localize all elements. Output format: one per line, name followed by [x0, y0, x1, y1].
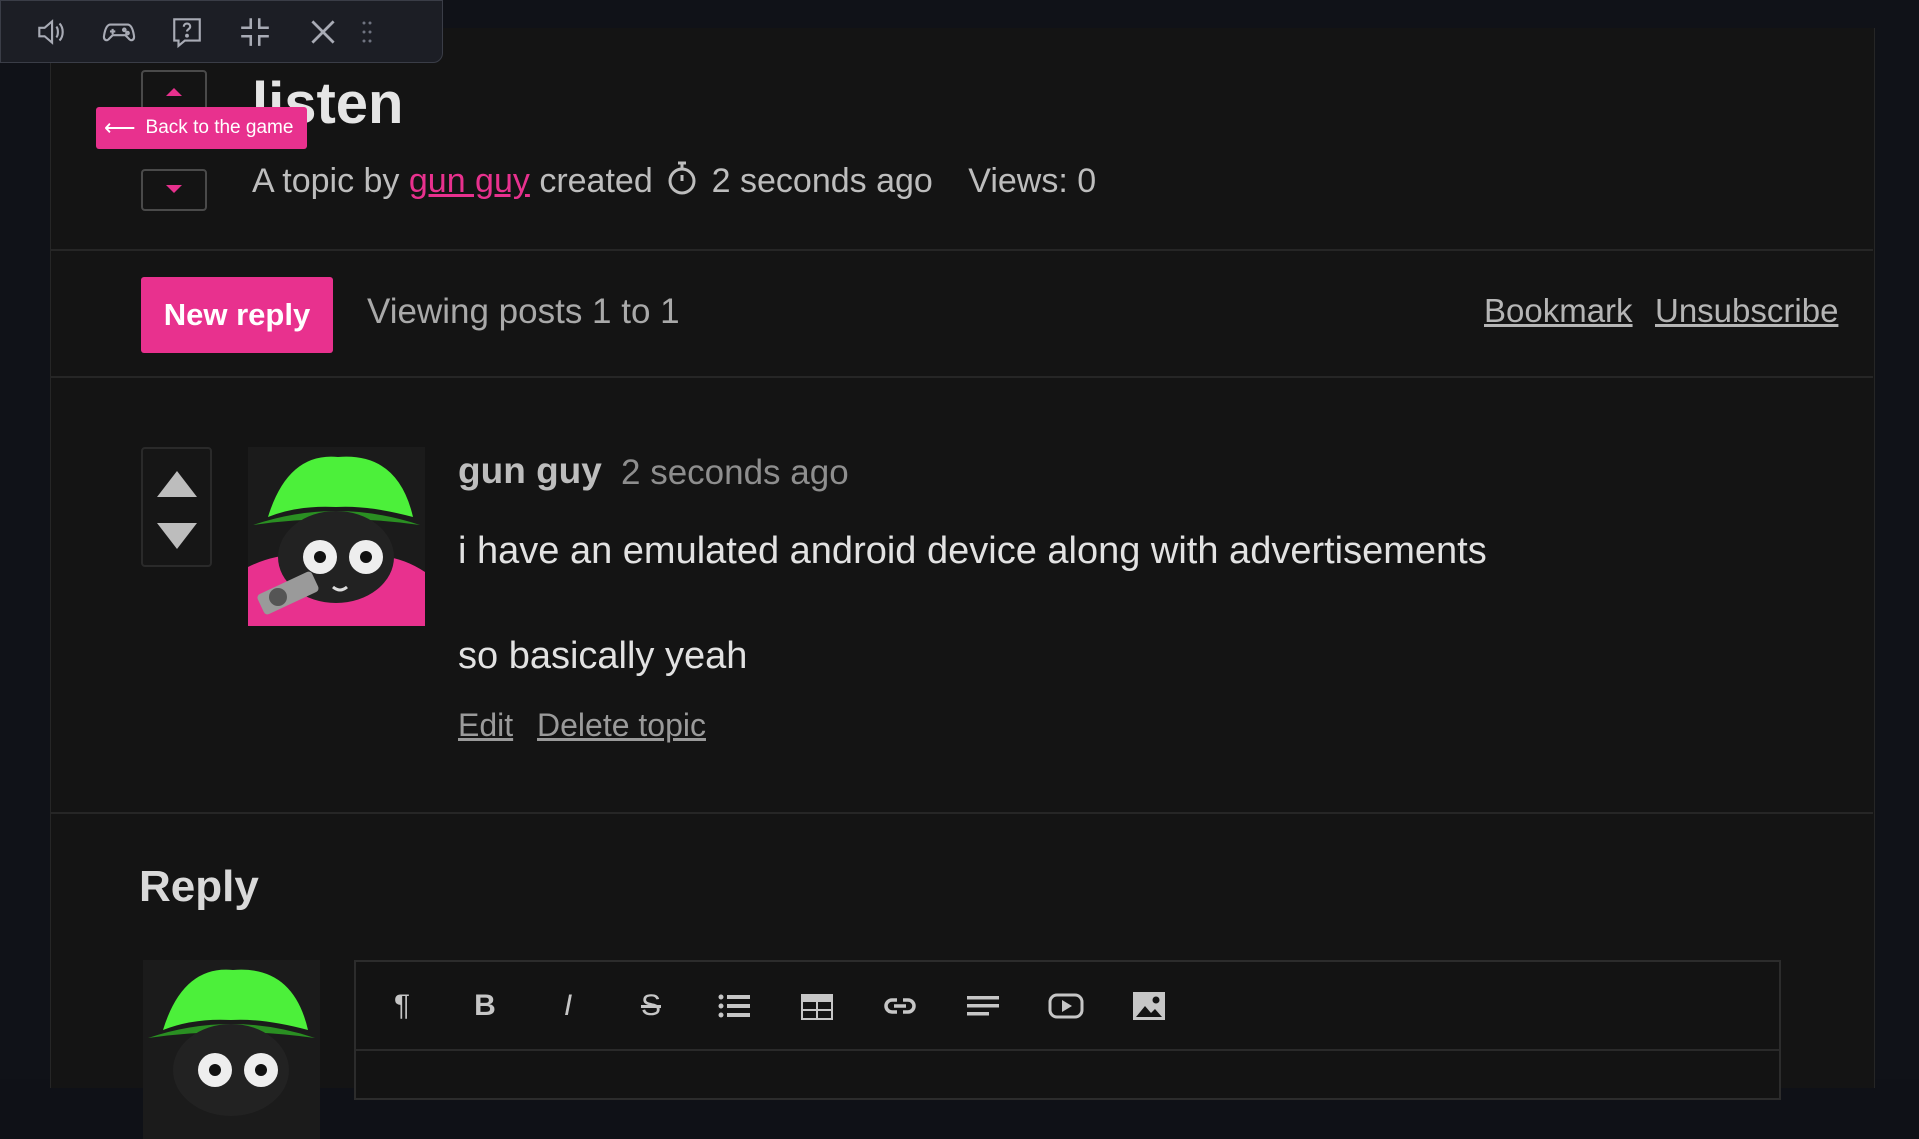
- volume-button[interactable]: [17, 0, 85, 63]
- post-vote-box: [141, 447, 212, 567]
- viewing-posts-label: Viewing posts 1 to 1: [367, 292, 680, 331]
- video-embed-button[interactable]: [1042, 982, 1090, 1030]
- divider: [50, 249, 1873, 251]
- strikethrough-icon: S: [640, 989, 661, 1022]
- editor-toolbar: ¶ B I S: [356, 962, 1779, 1051]
- meta-prefix: A topic by: [252, 162, 400, 200]
- stopwatch-icon: [668, 161, 696, 195]
- post-author[interactable]: gun guy: [458, 450, 602, 492]
- italic-icon: I: [563, 989, 573, 1022]
- topic-meta: A topic by gun guy created 2 seconds ago…: [252, 160, 1096, 201]
- post-downvote-icon[interactable]: [155, 519, 199, 555]
- caret-down-icon: [166, 185, 182, 193]
- exit-fullscreen-button[interactable]: [221, 0, 289, 63]
- bullet-list-button[interactable]: [710, 982, 758, 1030]
- post-body-line: i have an emulated android device along …: [458, 530, 1487, 572]
- drag-handle[interactable]: [357, 0, 377, 63]
- strikethrough-button[interactable]: S: [627, 982, 675, 1030]
- post-time: 2 seconds ago: [621, 453, 849, 492]
- new-reply-button[interactable]: New reply: [141, 277, 333, 353]
- align-icon: [967, 996, 999, 1016]
- topic-author-link[interactable]: gun guy: [409, 162, 530, 200]
- reply-avatar: [143, 960, 320, 1139]
- italic-button[interactable]: I: [544, 982, 592, 1030]
- divider: [50, 812, 1873, 814]
- table-button[interactable]: [793, 982, 841, 1030]
- gamepad-icon: [102, 23, 136, 41]
- reply-editor[interactable]: ¶ B I S: [354, 960, 1781, 1100]
- bold-button[interactable]: B: [461, 982, 509, 1030]
- bookmark-link[interactable]: Bookmark: [1484, 292, 1633, 330]
- gamepad-button[interactable]: [85, 0, 153, 63]
- avatar-image: [143, 960, 320, 1139]
- divider: [50, 376, 1873, 378]
- close-icon: [311, 19, 335, 44]
- created-time: 2 seconds ago: [711, 162, 933, 200]
- link-button[interactable]: [876, 982, 924, 1030]
- post-body-line: so basically yeah: [458, 635, 748, 677]
- views-count: Views: 0: [968, 162, 1097, 200]
- topic-upvote-button[interactable]: [141, 70, 207, 112]
- table-icon: [801, 994, 833, 1020]
- drag-grip-icon: [362, 21, 372, 42]
- bold-icon: B: [474, 989, 496, 1022]
- game-overlay-toolbar: [0, 0, 443, 63]
- help-icon: [173, 17, 201, 48]
- link-icon: [884, 998, 916, 1014]
- post-avatar[interactable]: [248, 447, 425, 626]
- topic-downvote-button[interactable]: [141, 169, 207, 211]
- arrow-left-icon: ⟵: [104, 115, 136, 140]
- back-to-game-button[interactable]: ⟵ Back to the game: [96, 107, 307, 149]
- reply-heading: Reply: [139, 862, 259, 911]
- image-icon: [1133, 992, 1165, 1020]
- back-label: Back to the game: [145, 117, 294, 138]
- delete-topic-link[interactable]: Delete topic: [537, 707, 706, 744]
- post-upvote-icon[interactable]: [155, 465, 199, 501]
- paragraph-icon: ¶: [393, 989, 411, 1022]
- exit-fullscreen-icon: [241, 17, 269, 46]
- video-embed-icon: [1048, 993, 1084, 1019]
- unsubscribe-link[interactable]: Unsubscribe: [1655, 292, 1838, 330]
- volume-icon: [38, 18, 64, 45]
- image-button[interactable]: [1125, 982, 1173, 1030]
- align-button[interactable]: [959, 982, 1007, 1030]
- created-word: created: [539, 162, 653, 200]
- help-button[interactable]: [153, 0, 221, 63]
- close-button[interactable]: [289, 0, 357, 63]
- bullet-list-icon: [718, 994, 750, 1018]
- edit-link[interactable]: Edit: [458, 707, 513, 744]
- avatar-image: [248, 447, 425, 626]
- caret-up-icon: [166, 88, 182, 96]
- paragraph-button[interactable]: ¶: [378, 982, 426, 1030]
